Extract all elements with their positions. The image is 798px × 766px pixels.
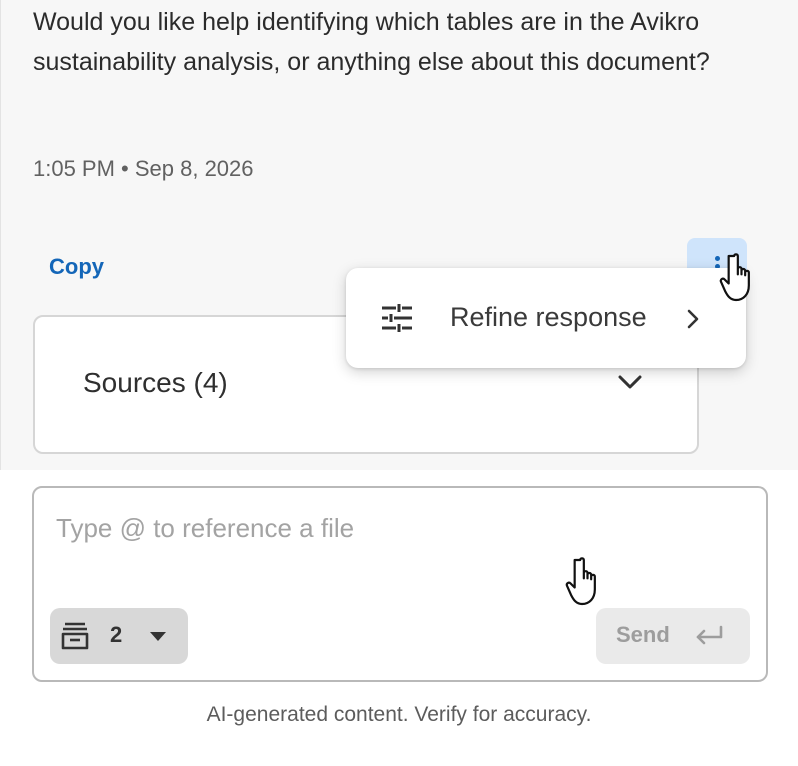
message-timestamp: 1:05 PM • Sep 8, 2026: [33, 156, 254, 181]
send-button[interactable]: Send: [596, 608, 750, 664]
sources-label: Sources (4): [83, 367, 228, 398]
ai-disclaimer: AI-generated content. Verify for accurac…: [206, 703, 592, 726]
menu-item-label: Refine response: [450, 302, 647, 332]
menu-item-refine-response[interactable]: Refine response: [346, 268, 746, 368]
hand-cursor-icon: [565, 557, 596, 606]
chevron-down-icon: [618, 375, 642, 389]
enter-icon: [696, 625, 723, 645]
caret-down-icon: [150, 632, 166, 641]
send-label: Send: [616, 622, 670, 647]
message-input[interactable]: [56, 508, 736, 548]
more-options-menu: Refine response: [346, 268, 746, 368]
document-stack-icon: [61, 622, 89, 650]
copy-button[interactable]: Copy: [49, 254, 104, 280]
assistant-message: Would you like help identifying which ta…: [33, 8, 710, 76]
chevron-right-icon: [687, 309, 699, 329]
chat-response-area: Would you like help identifying which ta…: [0, 0, 798, 470]
tune-icon: [382, 304, 412, 332]
document-selector[interactable]: 2: [50, 608, 188, 664]
message-composer: 2 Send: [32, 486, 768, 682]
document-count: 2: [110, 622, 123, 647]
hand-cursor-icon: [719, 253, 750, 302]
